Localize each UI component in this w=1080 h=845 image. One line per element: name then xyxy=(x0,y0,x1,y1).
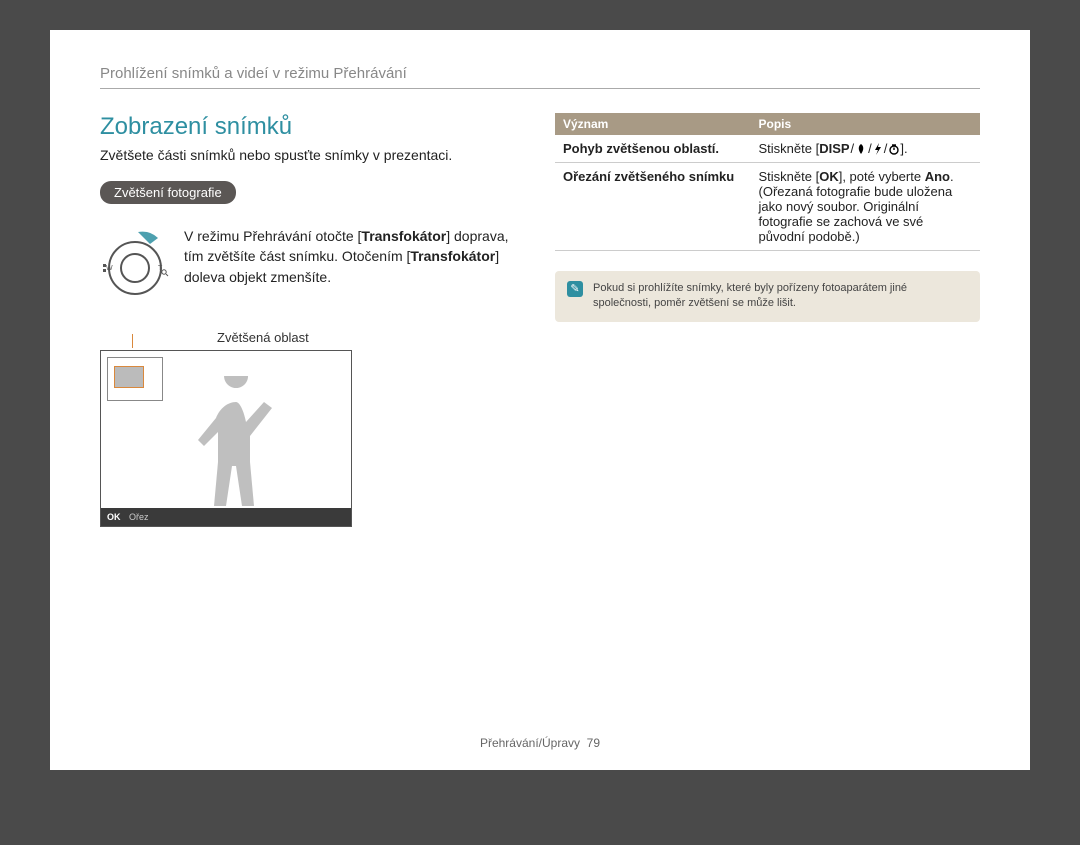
screen-ok-label: OK xyxy=(107,512,121,522)
zoom-area-label: Zvětšená oblast xyxy=(217,330,309,345)
footer-page-number: 79 xyxy=(587,736,600,750)
manual-page: Prohlížení snímků a videí v režimu Přehr… xyxy=(50,30,1030,770)
zoom-dial-icon: W T xyxy=(100,226,170,306)
left-column: Zobrazení snímků Zvětšete části snímků n… xyxy=(100,113,525,527)
flash-icon xyxy=(873,143,883,155)
svg-text:W: W xyxy=(106,265,113,272)
right-column: Význam Popis Pohyb zvětšenou oblastí. St… xyxy=(555,113,980,527)
dial-instruction-row: W T V režimu Přehrávání otočte [Transfok… xyxy=(100,226,525,306)
row1-after: ]. xyxy=(900,141,907,156)
screen-footer-bar: OK Ořez xyxy=(101,508,351,526)
minimap-frame xyxy=(107,357,163,401)
zoom-badge: Zvětšení fotografie xyxy=(100,181,236,204)
screen-crop-label: Ořez xyxy=(129,512,149,522)
slash-3: / xyxy=(884,141,888,156)
page-footer: Přehrávání/Úpravy 79 xyxy=(50,736,1030,750)
disp-label: DISP xyxy=(819,141,849,156)
table-row: Ořezání zvětšeného snímku Stiskněte [OK]… xyxy=(555,163,980,251)
dial-word-1: Transfokátor xyxy=(361,228,446,244)
ok-label: OK xyxy=(819,169,839,184)
note-text: Pokud si prohlížíte snímky, které byly p… xyxy=(593,281,968,312)
disp-buttons-block: DISP/// xyxy=(819,141,900,156)
zoom-area-callout: Zvětšená oblast xyxy=(100,334,525,348)
table-head-description: Popis xyxy=(751,113,981,135)
function-table: Význam Popis Pohyb zvětšenou oblastí. St… xyxy=(555,113,980,251)
table-header-row: Význam Popis xyxy=(555,113,980,135)
footer-section: Přehrávání/Úpravy xyxy=(480,736,580,750)
two-column-layout: Zobrazení snímků Zvětšete části snímků n… xyxy=(100,113,980,527)
info-note-box: ✎ Pokud si prohlížíte snímky, které byly… xyxy=(555,271,980,322)
section-title: Zobrazení snímků xyxy=(100,113,525,141)
row2-mid: ], poté vyberte xyxy=(839,169,925,184)
intro-text: Zvětšete části snímků nebo spusťte snímk… xyxy=(100,147,525,163)
dial-word-2: Transfokátor xyxy=(410,248,495,264)
row1-before: Stiskněte [ xyxy=(759,141,820,156)
table-head-meaning: Význam xyxy=(555,113,751,135)
ano-label: Ano xyxy=(925,169,950,184)
table-row: Pohyb zvětšenou oblastí. Stiskněte [DISP… xyxy=(555,135,980,163)
row1-desc: Stiskněte [DISP///]. xyxy=(751,135,981,163)
macro-icon xyxy=(855,143,867,155)
person-silhouette-icon xyxy=(191,376,286,506)
info-icon: ✎ xyxy=(567,281,583,297)
dial-text-before: V režimu Přehrávání otočte [ xyxy=(184,228,361,244)
row2-before: Stiskněte [ xyxy=(759,169,820,184)
slash-2: / xyxy=(868,141,872,156)
page-header: Prohlížení snímků a videí v režimu Přehr… xyxy=(100,65,980,89)
timer-icon xyxy=(888,143,900,155)
dial-instruction-text: V režimu Přehrávání otočte [Transfokátor… xyxy=(184,226,525,287)
row1-term: Pohyb zvětšenou oblastí. xyxy=(555,135,751,163)
minimap-highlight xyxy=(114,366,144,388)
row2-term: Ořezání zvětšeného snímku xyxy=(555,163,751,251)
slash-1: / xyxy=(851,141,855,156)
camera-screen-preview: OK Ořez xyxy=(100,350,352,527)
row2-desc: Stiskněte [OK], poté vyberte Ano. (Ořeza… xyxy=(751,163,981,251)
